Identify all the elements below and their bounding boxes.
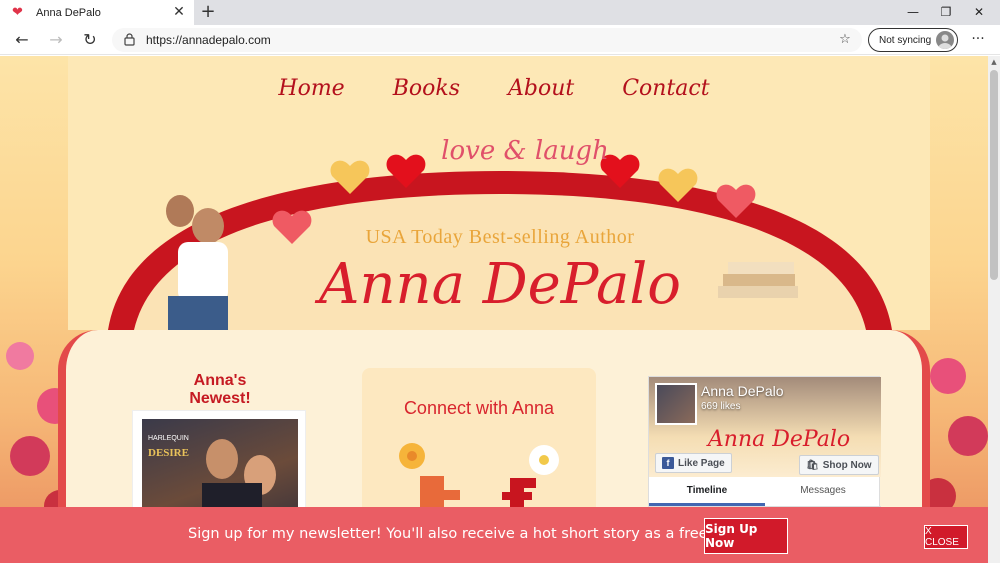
scroll-up-icon[interactable]: ▲	[988, 56, 1000, 68]
newsletter-close-button[interactable]: X CLOSE	[924, 525, 968, 549]
new-tab-icon[interactable]: +	[198, 2, 218, 22]
newsletter-bar: Sign up for my newsletter! You'll also r…	[0, 507, 988, 563]
tagline: love & laugh	[441, 136, 609, 166]
author-subtitle: USA Today Best-selling Author	[365, 226, 635, 248]
facebook-like-label: Like Page	[678, 457, 725, 469]
restore-icon[interactable]: ❐	[937, 4, 955, 20]
author-name-logo[interactable]: Anna DePalo	[300, 252, 700, 317]
page-scrollbar[interactable]: ▲	[988, 56, 1000, 563]
facebook-tab-messages[interactable]: Messages	[765, 477, 881, 506]
shopping-bag-icon: 🛍	[806, 459, 819, 471]
main-navigation: Home Books About Contact	[0, 76, 988, 101]
lock-icon	[124, 33, 135, 46]
more-options-icon[interactable]: ···	[968, 30, 988, 50]
nav-books[interactable]: Books	[393, 76, 460, 101]
favorites-star-icon[interactable]: ☆	[836, 31, 854, 49]
nav-about[interactable]: About	[508, 76, 574, 101]
newsletter-signup-button[interactable]: Sign Up Now	[704, 518, 788, 554]
browser-tab[interactable]: ❤ Anna DePalo ✕	[0, 0, 194, 25]
sync-button[interactable]: Not syncing	[868, 28, 958, 52]
forward-icon[interactable]: →	[46, 30, 66, 50]
newsletter-message: Sign up for my newsletter! You'll also r…	[188, 526, 742, 542]
refresh-icon[interactable]: ↻	[80, 30, 100, 50]
stack-of-books-illustration	[718, 262, 798, 298]
newest-title: Anna's Newest!	[189, 372, 251, 407]
facebook-shop-button[interactable]: 🛍 Shop Now	[799, 455, 879, 475]
nav-home[interactable]: Home	[278, 76, 344, 101]
scroll-thumb[interactable]	[990, 70, 998, 280]
close-tab-icon[interactable]: ✕	[172, 5, 186, 19]
facebook-like-button[interactable]: f Like Page	[655, 453, 732, 473]
tab-bar: ❤ Anna DePalo ✕ + — ❐ ✕	[0, 0, 1000, 25]
heart-favicon-icon: ❤	[12, 4, 23, 20]
facebook-f-icon: f	[662, 457, 674, 469]
tab-title: Anna DePalo	[36, 6, 101, 19]
close-window-icon[interactable]: ✕	[970, 4, 988, 20]
browser-toolbar: ← → ↻ https://annadepalo.com ☆ Not synci…	[0, 25, 1000, 55]
facebook-cover-name: Anna DePalo	[707, 427, 851, 452]
back-icon[interactable]: ←	[12, 30, 32, 50]
sync-label: Not syncing	[879, 34, 932, 46]
address-bar[interactable]: https://annadepalo.com ☆	[112, 28, 862, 52]
facebook-tabs: Timeline Messages	[649, 477, 881, 507]
facebook-avatar[interactable]	[655, 383, 697, 425]
minimize-icon[interactable]: —	[904, 4, 922, 20]
profile-avatar-icon	[936, 31, 954, 49]
facebook-page-name[interactable]: Anna DePalo	[701, 383, 784, 399]
facebook-likes: 669 likes	[701, 401, 741, 412]
url-text: https://annadepalo.com	[146, 33, 271, 47]
nav-contact[interactable]: Contact	[622, 76, 709, 101]
facebook-shop-label: Shop Now	[822, 459, 872, 471]
facebook-cover[interactable]: Anna DePalo 669 likes Anna DePalo f Like…	[649, 377, 881, 477]
facebook-tab-timeline[interactable]: Timeline	[649, 477, 765, 506]
page-viewport: Home Books About Contact love & laugh US…	[0, 56, 988, 563]
